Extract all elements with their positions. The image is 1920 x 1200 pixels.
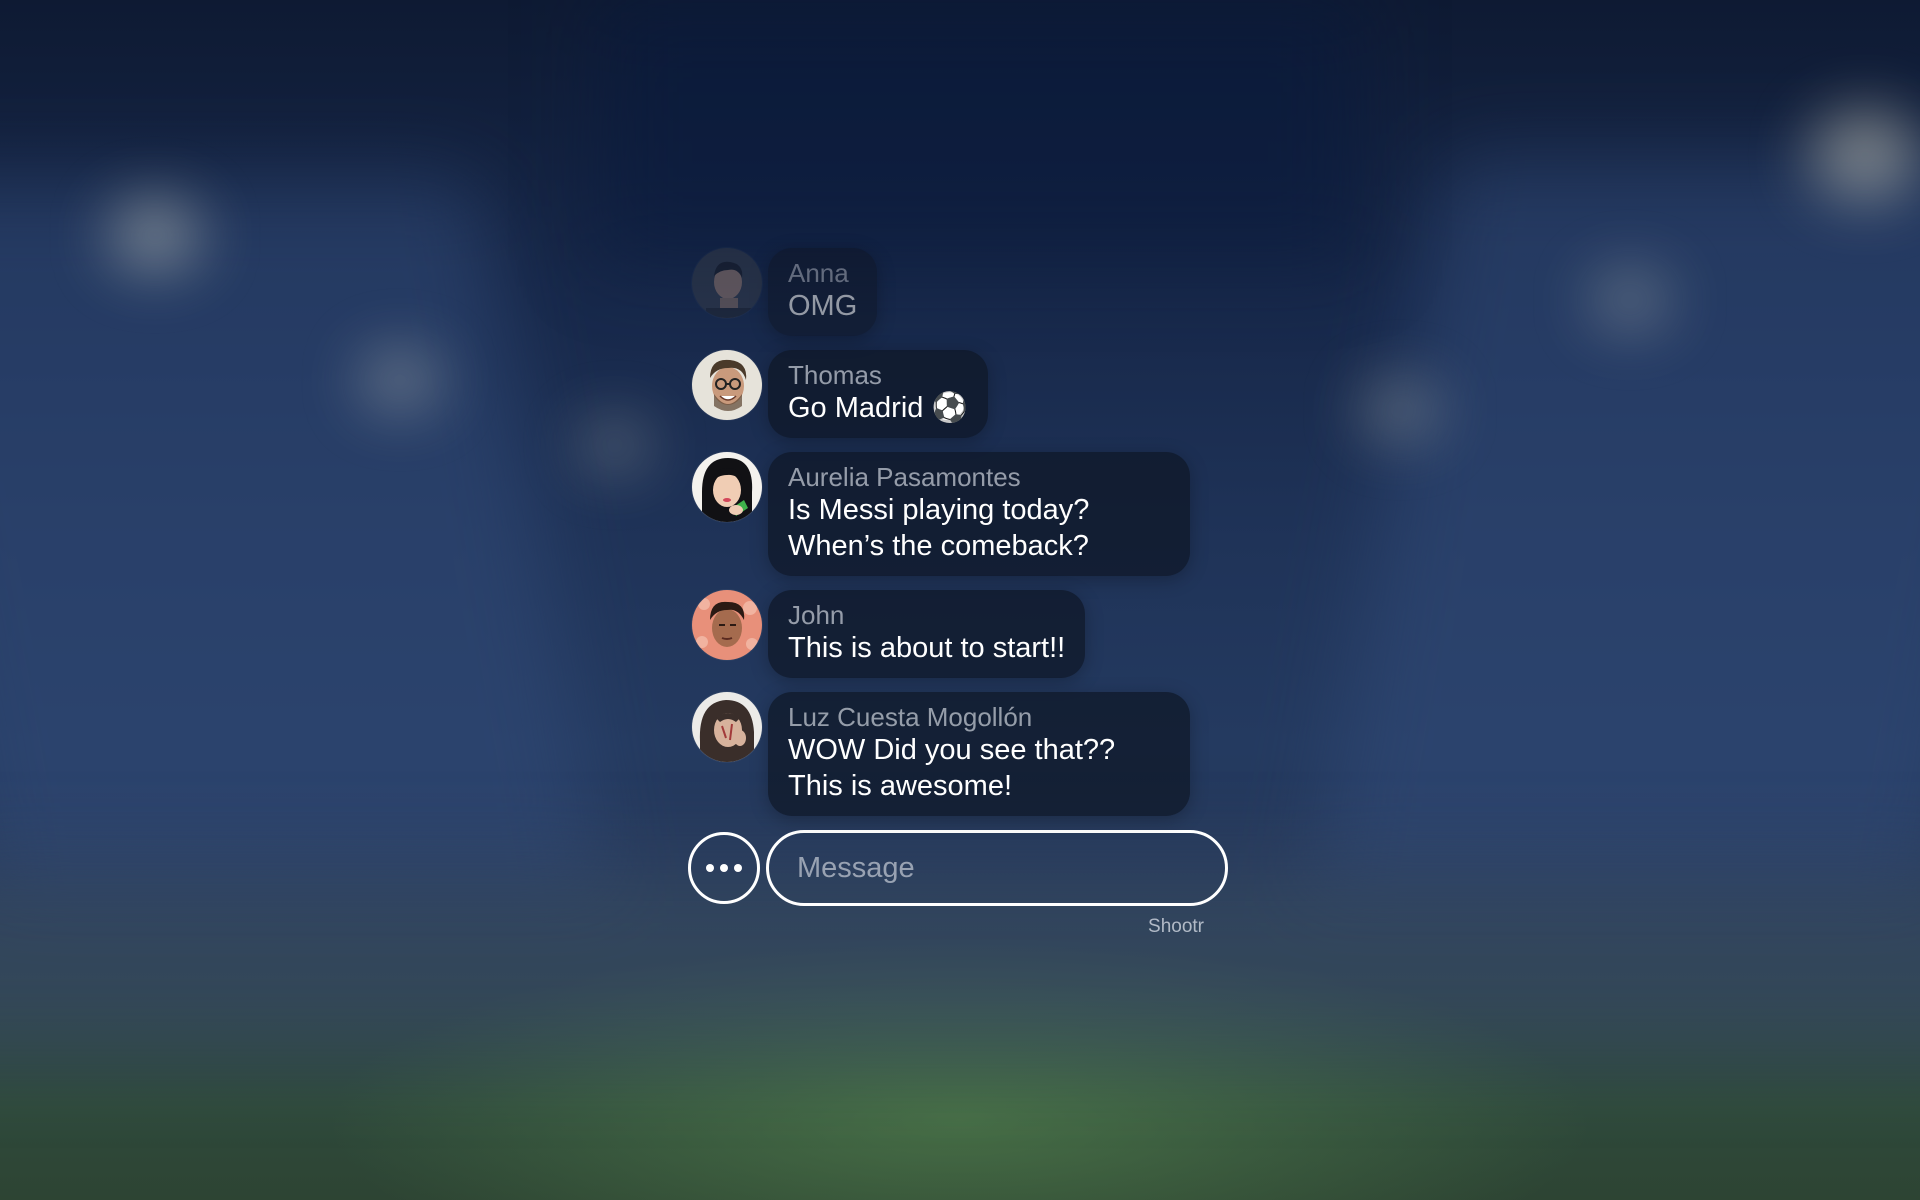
message-sender: Aurelia Pasamontes [788, 462, 1021, 492]
floodlight-decoration [1590, 270, 1670, 330]
message-bubble: Aurelia Pasamontes Is Messi playing toda… [768, 452, 1190, 576]
floodlight-decoration [1360, 380, 1440, 440]
message-bubble: Anna OMG [768, 248, 878, 336]
stadium-background: Anna OMG Thomas Go Madrid ⚽ Aurelia Pasa… [0, 0, 1920, 1200]
message-item: John This is about to start!! [692, 590, 1232, 678]
message-sender: John [788, 600, 845, 630]
avatar-john-image [692, 590, 762, 660]
avatar-luz[interactable] [692, 692, 762, 762]
message-item: Anna OMG [692, 248, 1232, 336]
more-horizontal-icon [720, 864, 728, 872]
avatar-john[interactable] [692, 590, 762, 660]
message-item: Luz Cuesta Mogollón WOW Did you see that… [692, 692, 1232, 816]
message-sender: Anna [788, 258, 849, 288]
avatar-thomas-image [692, 350, 762, 420]
message-text: This is about to start!! [788, 632, 1066, 664]
message-text: WOW Did you see that?? This is awesome! [788, 734, 1116, 802]
message-input[interactable] [766, 830, 1228, 906]
more-horizontal-icon [734, 864, 742, 872]
avatar-thomas[interactable] [692, 350, 762, 420]
message-text: Go Madrid ⚽ [788, 392, 968, 424]
message-item: Aurelia Pasamontes Is Messi playing toda… [692, 452, 1232, 576]
message-text: OMG [788, 290, 858, 322]
right-stand-decoration [1316, 160, 1920, 880]
floodlight-decoration [580, 420, 650, 470]
message-sender: Thomas [788, 360, 882, 390]
avatar-luz-image [692, 692, 762, 762]
roof-decoration [600, 0, 1360, 260]
message-bubble: Thomas Go Madrid ⚽ [768, 350, 988, 438]
message-sender: Luz Cuesta Mogollón [788, 702, 1033, 732]
floodlight-decoration [360, 350, 440, 410]
avatar-anna-image [692, 248, 762, 318]
more-horizontal-icon [706, 864, 714, 872]
brand-label: Shootr [1148, 916, 1204, 937]
floodlight-decoration [1810, 110, 1920, 200]
message-composer [688, 830, 1232, 906]
avatar-anna[interactable] [692, 248, 762, 318]
more-options-button[interactable] [688, 832, 760, 904]
avatar-aurelia-image [692, 452, 762, 522]
message-bubble: John This is about to start!! [768, 590, 1086, 678]
floodlight-decoration [110, 200, 200, 270]
message-text: Is Messi playing today? When’s the comeb… [788, 494, 1090, 562]
message-bubble: Luz Cuesta Mogollón WOW Did you see that… [768, 692, 1190, 816]
left-stand-decoration [0, 180, 602, 880]
chat-panel: Anna OMG Thomas Go Madrid ⚽ Aurelia Pasa… [688, 248, 1232, 938]
avatar-aurelia[interactable] [692, 452, 762, 522]
message-item: Thomas Go Madrid ⚽ [692, 350, 1232, 438]
